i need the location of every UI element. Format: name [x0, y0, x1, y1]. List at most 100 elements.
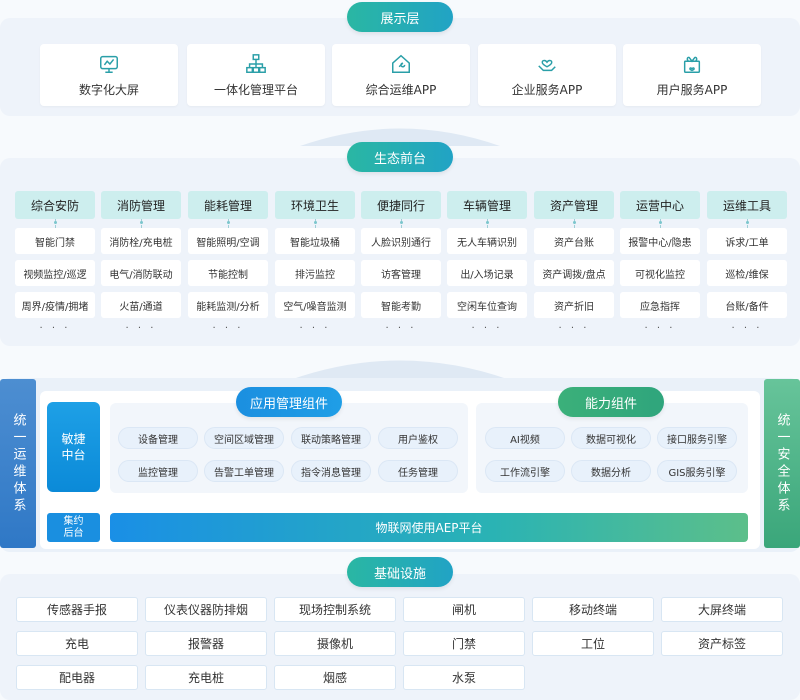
- eco-connector: [572, 219, 576, 228]
- eco-column-header: 综合安防: [15, 191, 95, 219]
- component-alarm-ticket-mgmt: 告警工单管理: [204, 460, 284, 482]
- component-data-analysis: 数据分析: [571, 460, 651, 482]
- agile-label: 敏捷中台: [61, 432, 86, 462]
- eco-item: 无人车辆识别: [447, 228, 527, 254]
- eco-column: 能耗管理 智能照明/空调 节能控制 能耗监测/分析 · · ·: [188, 191, 268, 334]
- hand-heart-icon: [538, 59, 556, 71]
- eco-item: 电气/消防联动: [101, 260, 181, 286]
- eco-connector: [658, 219, 662, 228]
- house-wrench-icon: [392, 54, 410, 73]
- eco-column: 消防管理 消防栓/充电桩 电气/消防联动 火苗/通道 · · ·: [101, 191, 181, 334]
- infra-item: 报警器: [145, 631, 267, 656]
- eco-item: 视频监控/巡逻: [15, 260, 95, 286]
- component-data-viz: 数据可视化: [571, 427, 651, 449]
- unified-security-bar: 统一安全体系: [764, 379, 800, 548]
- eco-item: 排污监控: [275, 260, 355, 286]
- infra-item: 水泵: [403, 665, 525, 690]
- infra-item: 充电: [16, 631, 138, 656]
- component-task-mgmt: 任务管理: [378, 460, 458, 482]
- infra-item: 资产标签: [661, 631, 783, 656]
- component-device-mgmt: 设备管理: [118, 427, 198, 449]
- eco-column-header: 能耗管理: [188, 191, 268, 219]
- eco-item: 访客管理: [361, 260, 441, 286]
- capability-title: 能力组件: [558, 387, 664, 417]
- infra-item: 配电器: [16, 665, 138, 690]
- component-user-auth: 用户鉴权: [378, 427, 458, 449]
- eco-column: 车辆管理 无人车辆识别 出/入场记录 空闲车位查询 · · ·: [447, 191, 527, 334]
- infra-item: 仪表仪器防排烟: [145, 597, 267, 622]
- display-item-enterprise-app: 企业服务APP: [478, 44, 616, 106]
- org-chart-icon: [246, 53, 266, 73]
- eco-more: · · ·: [644, 323, 676, 334]
- eco-item: 消防栓/充电桩: [101, 228, 181, 254]
- gift-heart-icon: [683, 56, 701, 73]
- eco-item: 资产折旧: [534, 292, 614, 318]
- eco-more: · · ·: [39, 323, 71, 334]
- aep-platform-bar: 物联网使用AEP平台: [110, 513, 748, 542]
- display-layer-title: 展示层: [347, 2, 453, 32]
- infra-item: 门禁: [403, 631, 525, 656]
- display-item-label: 综合运维APP: [365, 82, 437, 97]
- eco-item: 出/入场记录: [447, 260, 527, 286]
- infra-item: 传感器手报: [16, 597, 138, 622]
- display-item-label: 用户服务APP: [656, 82, 728, 97]
- eco-item: 报警中心/隐患: [620, 228, 700, 254]
- eco-item: 周界/疫情/拥堵: [15, 292, 95, 318]
- eco-item: 人脸识别通行: [361, 228, 441, 254]
- eco-more: · · ·: [212, 323, 244, 334]
- eco-more: · · ·: [471, 323, 503, 334]
- eco-item: 资产调拨/盘点: [534, 260, 614, 286]
- eco-connector: [485, 219, 489, 228]
- eco-item: 可视化监控: [620, 260, 700, 286]
- eco-column-header: 便捷同行: [361, 191, 441, 219]
- eco-item: 应急指挥: [620, 292, 700, 318]
- eco-column: 运维工具 诉求/工单 巡检/维保 台账/备件 · · ·: [707, 191, 787, 334]
- eco-item: 智能门禁: [15, 228, 95, 254]
- infra-item: 闸机: [403, 597, 525, 622]
- component-space-mgmt: 空间区域管理: [204, 427, 284, 449]
- component-linkage-mgmt: 联动策略管理: [291, 427, 371, 449]
- app-mgmt-title: 应用管理组件: [236, 387, 342, 417]
- eco-item: 节能控制: [188, 260, 268, 286]
- eco-column-header: 消防管理: [101, 191, 181, 219]
- infra-item: 充电桩: [145, 665, 267, 690]
- eco-item: 空气/噪音监测: [275, 292, 355, 318]
- component-gis-engine: GIS服务引擎: [657, 460, 737, 482]
- eco-item: 台账/备件: [707, 292, 787, 318]
- component-ai-video: AI视频: [485, 427, 565, 449]
- eco-item: 智能垃圾桶: [275, 228, 355, 254]
- display-item-digital-screen: 数字化大屏: [40, 44, 178, 106]
- eco-item: 巡检/维保: [707, 260, 787, 286]
- eco-item: 能耗监测/分析: [188, 292, 268, 318]
- eco-column-header: 环境卫生: [275, 191, 355, 219]
- eco-connector: [745, 219, 749, 228]
- eco-column-header: 运营中心: [620, 191, 700, 219]
- infra-item: 大屏终端: [661, 597, 783, 622]
- display-item-user-app: 用户服务APP: [623, 44, 761, 106]
- eco-item: 空闲车位查询: [447, 292, 527, 318]
- eco-more: · · ·: [125, 323, 157, 334]
- eco-more: · · ·: [558, 323, 590, 334]
- eco-connector: [399, 219, 403, 228]
- eco-connector: [139, 219, 143, 228]
- eco-more: · · ·: [385, 323, 417, 334]
- display-item-label: 企业服务APP: [511, 82, 583, 97]
- eco-item: 诉求/工单: [707, 228, 787, 254]
- component-monitor-mgmt: 监控管理: [118, 460, 198, 482]
- eco-item: 智能照明/空调: [188, 228, 268, 254]
- intensive-backend: 集约后台: [47, 513, 100, 542]
- backend-label: 集约后台: [63, 515, 84, 539]
- component-command-msg-mgmt: 指令消息管理: [291, 460, 371, 482]
- eco-column: 运营中心 报警中心/隐患 可视化监控 应急指挥 · · ·: [620, 191, 700, 334]
- eco-frontend-title: 生态前台: [347, 142, 453, 172]
- display-item-label: 数字化大屏: [78, 82, 139, 97]
- display-item-ops-app: 综合运维APP: [332, 44, 470, 106]
- infra-item: 移动终端: [532, 597, 654, 622]
- eco-item: 资产台账: [534, 228, 614, 254]
- eco-column: 便捷同行 人脸识别通行 访客管理 智能考勤 · · ·: [361, 191, 441, 334]
- eco-more: · · ·: [299, 323, 331, 334]
- display-item-label: 一体化管理平台: [213, 82, 298, 97]
- eco-connector: [226, 219, 230, 228]
- eco-more: · · ·: [731, 323, 763, 334]
- infrastructure-title: 基础设施: [347, 557, 453, 587]
